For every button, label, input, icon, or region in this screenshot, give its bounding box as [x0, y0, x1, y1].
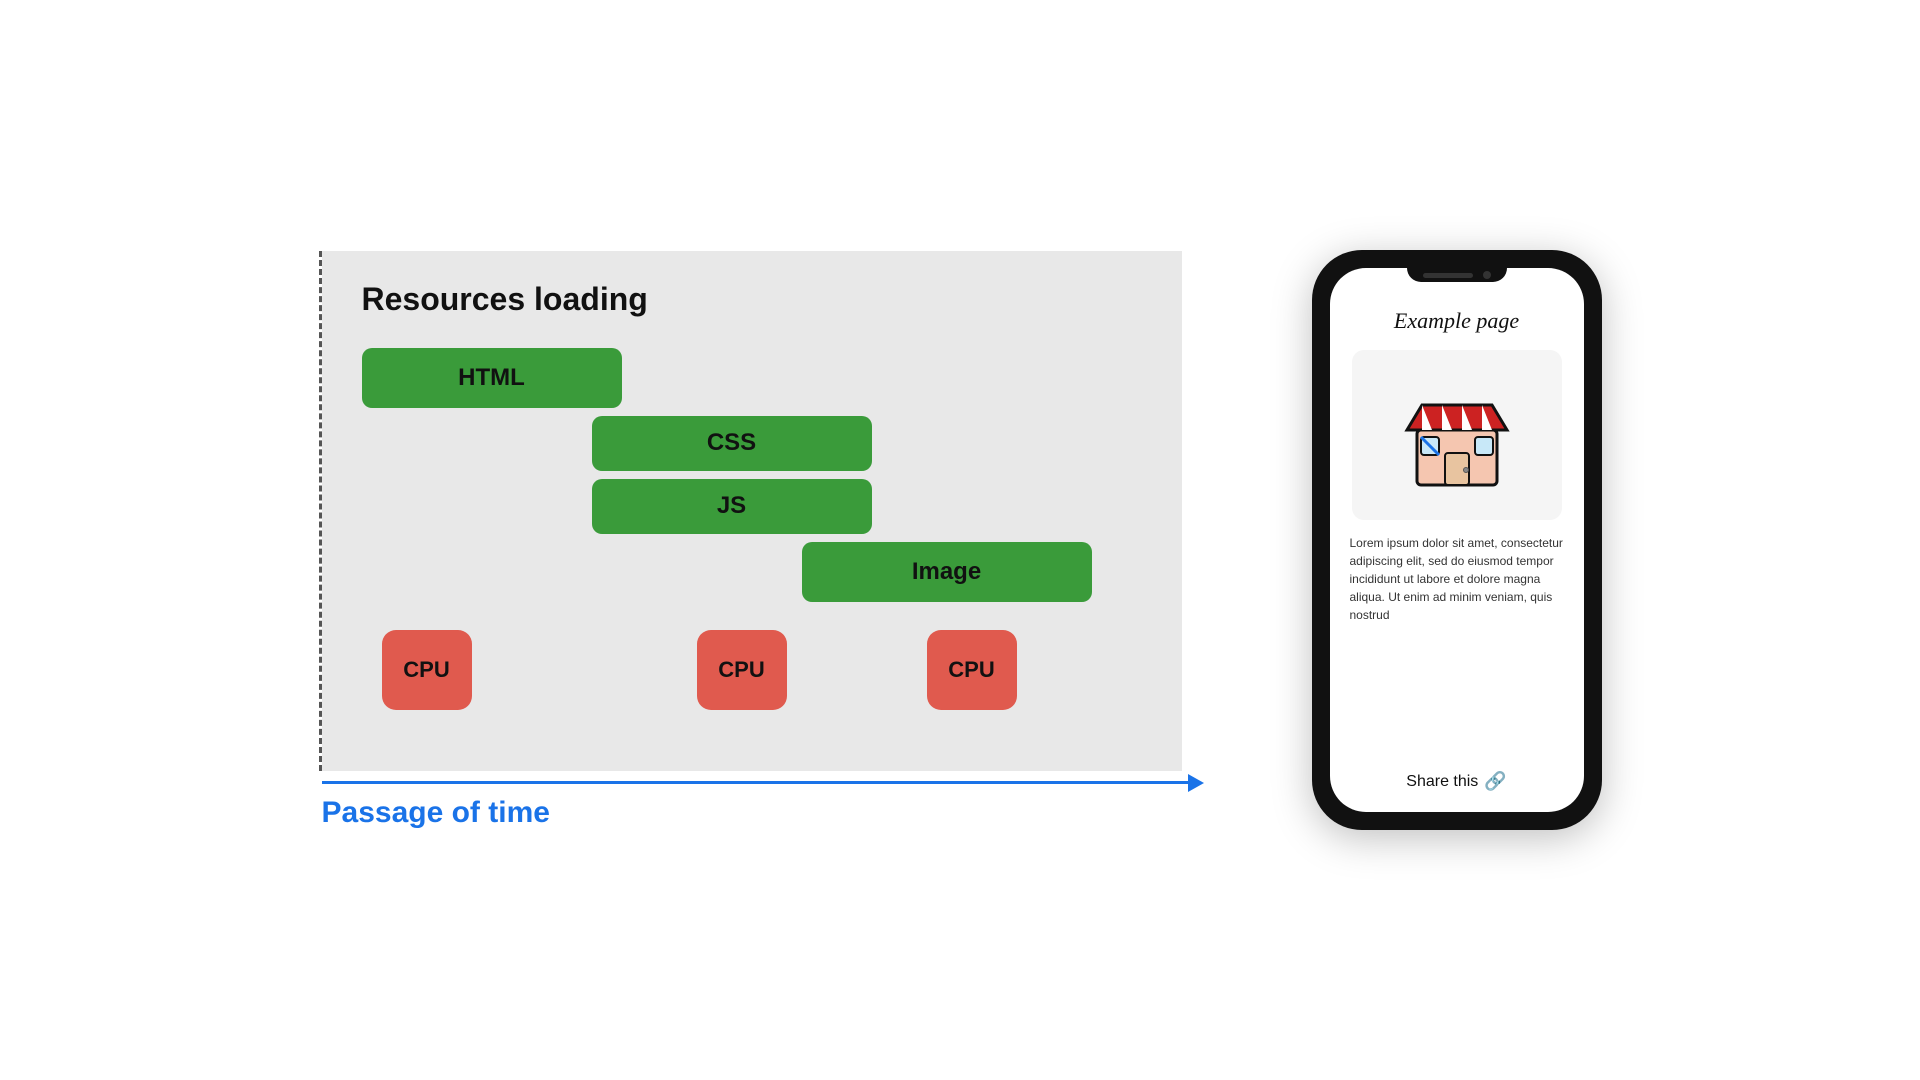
cpu-label-1: CPU [403, 657, 449, 683]
phone-lorem-text: Lorem ipsum dolor sit amet, consectetur … [1350, 534, 1564, 624]
time-label: Passage of time [322, 796, 550, 830]
html-bar: HTML [362, 348, 622, 408]
phone-share-button[interactable]: Share this 🔗 [1406, 771, 1506, 792]
html-bar-label: HTML [458, 364, 525, 392]
diagram-title: Resources loading [362, 281, 1142, 318]
phone-speaker [1423, 273, 1473, 278]
diagram-inner: Resources loading HTML CSS [319, 251, 1182, 771]
bar-row-js: JS [362, 479, 1142, 534]
phone-section: Example page [1312, 250, 1602, 830]
bar-row-image: Image [362, 542, 1142, 602]
cpu-label-2: CPU [718, 657, 764, 683]
css-bar-label: CSS [707, 429, 756, 457]
diagram-content: Resources loading HTML CSS [322, 251, 1182, 771]
phone-screen: Example page [1330, 268, 1584, 812]
css-bar: CSS [592, 416, 872, 471]
phone-page-title: Example page [1394, 308, 1519, 334]
main-container: Resources loading HTML CSS [0, 190, 1920, 890]
cpu-row: CPU CPU CPU [362, 630, 1142, 730]
phone-image-box [1352, 350, 1562, 520]
phone-notch [1407, 268, 1507, 282]
resource-bars: HTML CSS JS [362, 348, 1142, 730]
cpu-box-3: CPU [927, 630, 1017, 710]
bar-row-html: HTML [362, 348, 1142, 408]
diagram-section: Resources loading HTML CSS [319, 251, 1192, 830]
phone-camera [1483, 271, 1491, 279]
bar-row-css: CSS [362, 416, 1142, 471]
cpu-box-2: CPU [697, 630, 787, 710]
image-bar-label: Image [912, 558, 981, 586]
store-svg-icon [1397, 375, 1517, 495]
js-bar-label: JS [717, 492, 746, 520]
cpu-box-1: CPU [382, 630, 472, 710]
js-bar: JS [592, 479, 872, 534]
share-label: Share this [1406, 773, 1478, 791]
cpu-label-3: CPU [948, 657, 994, 683]
diagram-wrapper: Resources loading HTML CSS [319, 251, 1192, 830]
share-link-icon: 🔗 [1484, 771, 1506, 792]
time-arrow [322, 781, 1192, 784]
time-axis [322, 781, 1192, 784]
phone-device: Example page [1312, 250, 1602, 830]
image-bar: Image [802, 542, 1092, 602]
